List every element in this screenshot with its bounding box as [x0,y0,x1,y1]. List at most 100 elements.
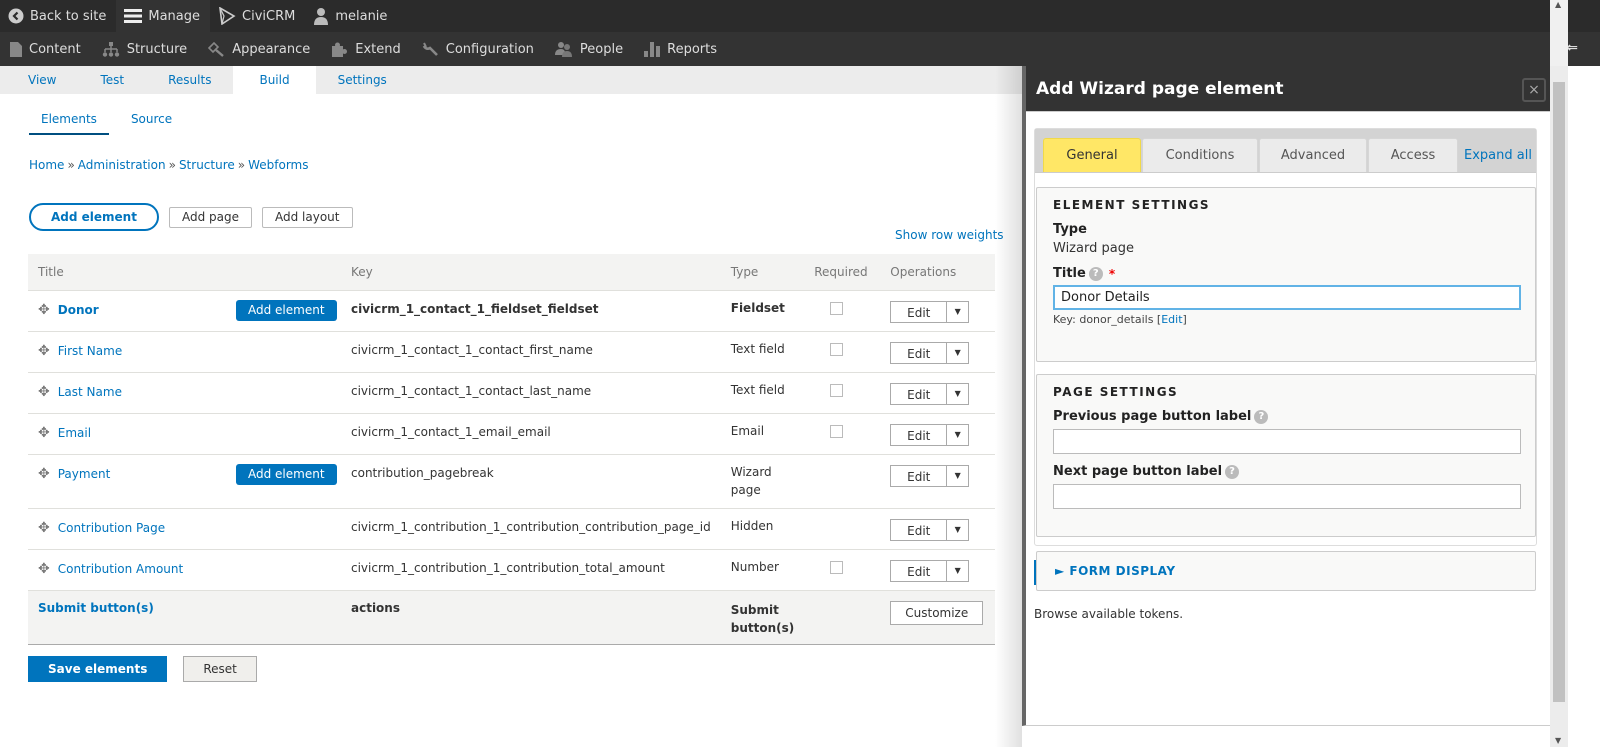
back-to-site-link[interactable]: Back to site [0,0,116,32]
dialog-tabs-container: General Conditions Advanced Access Expan… [1034,128,1537,591]
dialog-tab-bar: General Conditions Advanced Access Expan… [1035,129,1536,173]
edit-button[interactable]: Edit [891,519,948,540]
element-title-link[interactable]: Donor [58,303,99,317]
admin-toolbar: Back to site Manage CiviCRM melanie [0,0,1600,32]
edit-button[interactable]: Edit [891,383,948,404]
save-elements-button[interactable]: Save elements [28,656,168,682]
caret-down-icon[interactable]: ▼ [947,343,968,363]
prev-page-button-input[interactable] [1053,429,1521,454]
tray-item-structure[interactable]: Structure [92,32,198,66]
edit-button[interactable]: Edit [891,424,948,445]
next-page-button-input[interactable] [1053,484,1521,509]
key-edit-link[interactable]: Edit [1161,313,1182,326]
element-title-link[interactable]: Contribution Amount [58,562,183,576]
drag-handle-icon[interactable]: ✥ [38,384,50,400]
drag-handle-icon[interactable]: ✥ [38,561,50,577]
tray-item-reports[interactable]: Reports [634,32,728,66]
help-icon[interactable]: ? [1254,409,1269,424]
element-type: Fieldset [720,290,805,332]
vertical-scrollbar[interactable] [1550,66,1568,747]
tray-item-people[interactable]: People [545,32,634,66]
edit-button[interactable]: Edit [891,301,948,322]
scroll-up-arrow-icon[interactable]: ▲ [1555,0,1561,9]
tray-item-appearance[interactable]: Appearance [198,32,321,66]
required-checkbox[interactable] [830,424,844,438]
operations-dropbutton: Edit ▼ [890,423,970,446]
element-key: civicrm_1_contact_1_email_email [341,413,721,455]
element-type: Text field [720,331,805,373]
caret-down-icon[interactable]: ▼ [947,425,968,445]
breadcrumb-administration[interactable]: Administration [78,158,166,172]
customize-button[interactable]: Customize [890,600,984,625]
required-checkbox[interactable] [830,560,844,574]
title-input[interactable] [1053,285,1521,310]
form-display-details[interactable]: ► FORM DISPLAY [1036,551,1536,591]
table-header-row: Title Key Type Required Operations [28,254,995,291]
caret-down-icon[interactable]: ▼ [947,302,968,322]
tray-item-extend[interactable]: Extend [321,32,412,66]
browse-tokens-text[interactable]: Browse available tokens. [1034,607,1540,621]
bar-chart-icon [644,41,661,57]
add-page-button[interactable]: Add page [168,206,252,228]
add-element-button[interactable]: Add element [29,203,159,231]
element-title-link[interactable]: Payment [58,467,111,481]
tab-test[interactable]: Test [78,66,146,94]
close-icon[interactable]: × [1522,78,1546,102]
reset-button[interactable]: Reset [183,656,257,682]
help-icon[interactable]: ? [1225,464,1240,479]
drag-handle-icon[interactable]: ✥ [38,302,50,318]
tray-item-label: Reports [667,41,717,57]
drag-handle-icon[interactable]: ✥ [38,520,50,536]
tray-item-label: Content [29,41,81,57]
breadcrumb-webforms[interactable]: Webforms [248,158,308,172]
edit-button[interactable]: Edit [891,560,948,581]
element-title-link[interactable]: First Name [58,344,122,358]
help-icon[interactable]: ? [1088,266,1103,281]
required-checkbox[interactable] [830,342,844,356]
tab-view[interactable]: View [0,66,78,94]
tab-elements[interactable]: Elements [29,112,109,135]
tab-conditions[interactable]: Conditions [1142,138,1258,172]
edit-button[interactable]: Edit [891,342,948,363]
tab-results[interactable]: Results [146,66,233,94]
element-title-link[interactable]: Contribution Page [58,521,165,535]
edit-button[interactable]: Edit [891,465,948,486]
breadcrumb-home[interactable]: Home [29,158,64,172]
tab-advanced[interactable]: Advanced [1259,138,1367,172]
tray-item-configuration[interactable]: Configuration [412,32,545,66]
drag-handle-icon[interactable]: ✥ [38,343,50,359]
required-checkbox[interactable] [830,383,844,397]
column-header-key: Key [341,254,721,291]
table-row-submit: Submit button(s) actions Submit button(s… [28,589,995,645]
drag-handle-icon[interactable]: ✥ [38,425,50,441]
breadcrumb-structure[interactable]: Structure [179,158,235,172]
tab-access[interactable]: Access [1368,138,1458,172]
required-checkbox[interactable] [830,301,844,315]
tab-build[interactable]: Build [233,66,316,94]
tab-general[interactable]: General [1043,138,1141,172]
drag-handle-icon[interactable]: ✥ [38,466,50,482]
caret-down-icon[interactable]: ▼ [947,384,968,404]
caret-down-icon[interactable]: ▼ [947,520,968,540]
show-row-weights-link[interactable]: Show row weights [895,228,1004,242]
caret-down-icon[interactable]: ▼ [947,561,968,581]
scroll-down-arrow-icon[interactable]: ▼ [1555,736,1561,745]
civicrm-logo-icon [218,7,236,25]
scrollbar-thumb[interactable] [1553,82,1565,702]
submit-buttons-link[interactable]: Submit button(s) [38,601,154,615]
caret-down-icon[interactable]: ▼ [947,466,968,486]
user-menu[interactable]: melanie [305,0,397,32]
tab-settings[interactable]: Settings [316,66,409,94]
tab-source[interactable]: Source [119,112,184,135]
tray-item-content[interactable]: Content [0,32,92,66]
form-display-toggle[interactable]: ► FORM DISPLAY [1055,564,1176,578]
element-settings-fieldset: ELEMENT SETTINGS Type Wizard page Title … [1036,187,1536,362]
manage-menu[interactable]: Manage [116,0,210,32]
civicrm-menu[interactable]: CiviCRM [210,0,305,32]
element-title-link[interactable]: Last Name [58,385,122,399]
add-child-element-button[interactable]: Add element [236,299,337,321]
add-child-element-button[interactable]: Add element [236,463,337,485]
expand-all-link[interactable]: Expand all [1464,138,1532,172]
add-layout-button[interactable]: Add layout [262,206,353,228]
element-title-link[interactable]: Email [58,426,91,440]
